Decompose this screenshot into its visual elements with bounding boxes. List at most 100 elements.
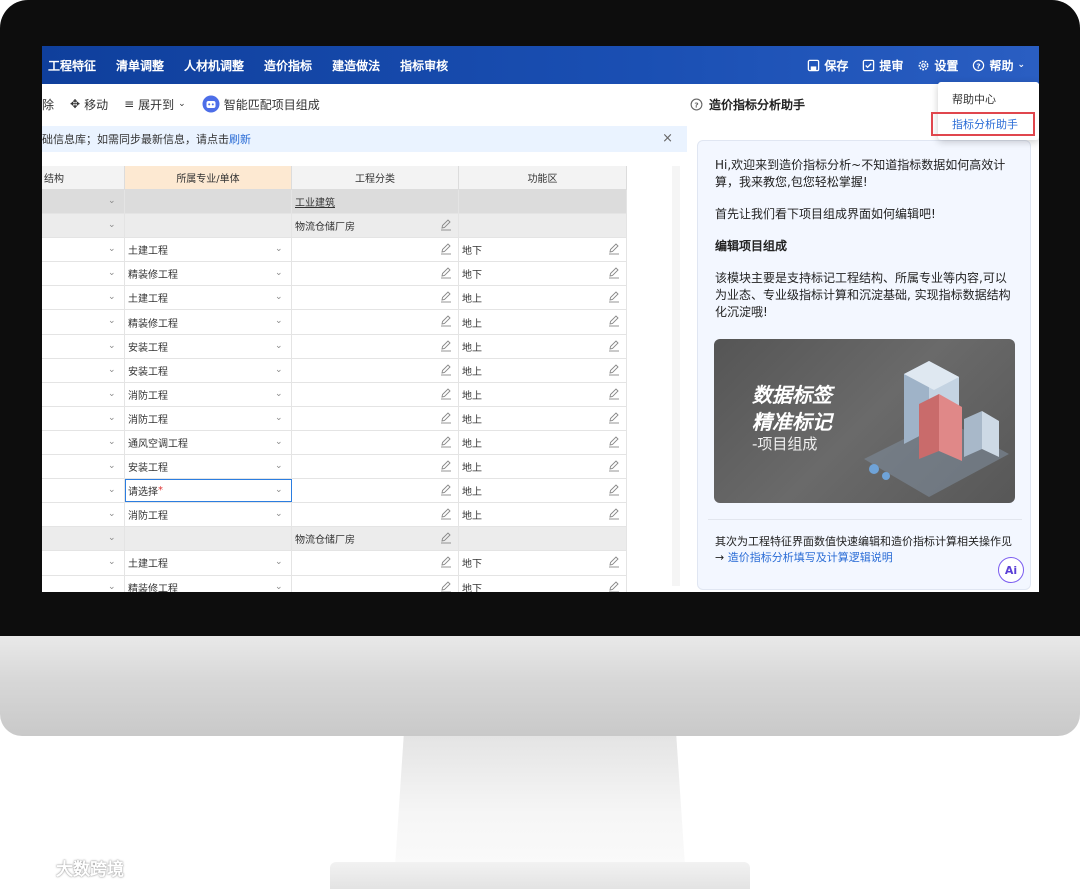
cell-function-area[interactable] <box>459 527 627 551</box>
cell-structure[interactable]: ⌄ <box>42 575 125 592</box>
table-row[interactable]: ⌄ 消防工程 ⌄ 地上 <box>42 406 627 431</box>
menu-item-list-adjust[interactable]: 清单调整 <box>116 57 164 74</box>
table-row[interactable]: ⌄ 精装修工程 ⌄ 地下 <box>42 262 627 287</box>
cell-project-category[interactable] <box>292 238 459 262</box>
cell-project-category[interactable] <box>292 430 459 455</box>
chevron-down-icon[interactable]: ⌄ <box>108 244 118 254</box>
submit-button[interactable]: 提审 <box>862 57 903 74</box>
cell-structure[interactable]: ⌄ <box>42 262 125 286</box>
chevron-down-icon[interactable]: ⌄ <box>108 461 118 471</box>
cell-structure[interactable]: ⌄ <box>42 430 125 455</box>
edit-icon[interactable] <box>440 218 452 231</box>
edit-icon[interactable] <box>608 507 620 520</box>
cell-project-category[interactable] <box>292 479 459 503</box>
ai-assistant-button[interactable]: Ai <box>998 557 1024 583</box>
move-button[interactable]: ✥ 移动 <box>70 96 108 113</box>
cell-project-category[interactable] <box>292 382 459 406</box>
settings-button[interactable]: 设置 <box>917 57 958 74</box>
chevron-down-icon[interactable]: ⌄ <box>108 509 118 519</box>
table-group-row[interactable]: ⌄ 物流仓储厂房 <box>42 214 627 239</box>
chevron-down-icon[interactable]: ⌄ <box>108 582 118 592</box>
edit-icon[interactable] <box>440 242 452 255</box>
cell-discipline[interactable]: 土建工程 ⌄ <box>125 238 292 262</box>
cell-function-area[interactable]: 地上 <box>459 334 627 358</box>
delete-button[interactable]: 除 <box>42 96 54 113</box>
cell-project-category[interactable] <box>292 262 459 286</box>
edit-icon[interactable] <box>440 483 452 496</box>
cell-structure[interactable]: ⌄ <box>42 214 125 238</box>
table-row[interactable]: ⌄ 精装修工程 ⌄ 地上 <box>42 310 627 335</box>
chevron-down-icon[interactable]: ⌄ <box>275 461 285 471</box>
cell-discipline[interactable]: 消防工程 ⌄ <box>125 503 292 527</box>
menu-item-project-features[interactable]: 工程特征 <box>48 57 96 74</box>
cell-project-category[interactable] <box>292 575 459 592</box>
chevron-down-icon[interactable]: ⌄ <box>275 292 285 302</box>
edit-icon[interactable] <box>440 387 452 400</box>
cell-structure[interactable]: ⌄ <box>42 190 125 214</box>
edit-icon[interactable] <box>608 242 620 255</box>
chevron-down-icon[interactable]: ⌄ <box>108 365 118 375</box>
chevron-down-icon[interactable]: ⌄ <box>275 244 285 254</box>
cell-discipline[interactable]: 土建工程 ⌄ <box>125 551 292 575</box>
help-center-item[interactable]: 帮助中心 <box>952 91 996 107</box>
edit-icon[interactable] <box>608 339 620 352</box>
cell-discipline[interactable]: 安装工程 ⌄ <box>125 334 292 358</box>
cell-discipline[interactable]: 精装修工程 ⌄ <box>125 310 292 334</box>
help-button[interactable]: ? 帮助 ⌄ <box>972 57 1025 74</box>
cell-function-area[interactable]: 地上 <box>459 430 627 455</box>
edit-icon[interactable] <box>440 314 452 327</box>
chevron-down-icon[interactable]: ⌄ <box>275 582 285 592</box>
cell-project-category[interactable] <box>292 455 459 479</box>
table-group-row[interactable]: ⌄ 工业建筑 <box>42 190 627 215</box>
cell-project-category[interactable]: 物流仓储厂房 <box>292 527 459 551</box>
edit-icon[interactable] <box>440 266 452 279</box>
chevron-down-icon[interactable]: ⌄ <box>275 437 285 447</box>
edit-icon[interactable] <box>440 507 452 520</box>
cell-function-area[interactable]: 地上 <box>459 479 627 503</box>
edit-icon[interactable] <box>608 314 620 327</box>
menu-item-cost-index[interactable]: 造价指标 <box>264 57 312 74</box>
cell-structure[interactable]: ⌄ <box>42 479 125 503</box>
cell-project-category[interactable]: 工业建筑 <box>292 190 459 214</box>
chevron-down-icon[interactable]: ⌄ <box>275 509 285 519</box>
chevron-down-icon[interactable]: ⌄ <box>275 557 285 567</box>
cell-discipline[interactable]: 土建工程 ⌄ <box>125 286 292 310</box>
chevron-down-icon[interactable]: ⌄ <box>108 437 118 447</box>
menu-item-construction-method[interactable]: 建造做法 <box>332 57 380 74</box>
chevron-down-icon[interactable]: ⌄ <box>108 485 118 495</box>
chevron-down-icon[interactable]: ⌄ <box>108 413 118 423</box>
edit-icon[interactable] <box>608 435 620 448</box>
cell-function-area[interactable] <box>459 214 627 238</box>
chevron-down-icon[interactable]: ⌄ <box>275 268 285 278</box>
chevron-down-icon[interactable]: ⌄ <box>275 485 285 495</box>
cell-discipline[interactable] <box>125 190 292 214</box>
menu-item-resource-adjust[interactable]: 人材机调整 <box>184 57 244 74</box>
table-group-row[interactable]: ⌄ 物流仓储厂房 <box>42 527 627 552</box>
cell-structure[interactable]: ⌄ <box>42 382 125 406</box>
chevron-down-icon[interactable]: ⌄ <box>108 341 118 351</box>
expand-to-dropdown[interactable]: ≡ 展开到 ⌄ <box>124 96 186 113</box>
cell-project-category[interactable] <box>292 551 459 575</box>
chevron-down-icon[interactable]: ⌄ <box>108 196 118 206</box>
chevron-down-icon[interactable]: ⌄ <box>108 268 118 278</box>
cell-structure[interactable]: ⌄ <box>42 406 125 430</box>
table-row[interactable]: ⌄ 土建工程 ⌄ 地下 <box>42 551 627 576</box>
edit-icon[interactable] <box>608 363 620 376</box>
footer-doc-link[interactable]: 造价指标分析填写及计算逻辑说明 <box>728 551 893 564</box>
cell-project-category[interactable] <box>292 406 459 430</box>
table-row[interactable]: ⌄ 消防工程 ⌄ 地上 <box>42 503 627 528</box>
cell-function-area[interactable]: 地下 <box>459 238 627 262</box>
chevron-down-icon[interactable]: ⌄ <box>275 413 285 423</box>
table-row[interactable]: ⌄ 土建工程 ⌄ 地上 <box>42 286 627 311</box>
cell-discipline[interactable]: 请选择 * ⌄ <box>125 479 292 503</box>
cell-structure[interactable]: ⌄ <box>42 503 125 527</box>
cell-discipline[interactable]: 精装修工程 ⌄ <box>125 575 292 592</box>
cell-structure[interactable]: ⌄ <box>42 334 125 358</box>
cell-structure[interactable]: ⌄ <box>42 310 125 334</box>
table-row[interactable]: ⌄ 请选择 * ⌄ 地上 <box>42 479 627 504</box>
edit-icon[interactable] <box>608 266 620 279</box>
table-row[interactable]: ⌄ 土建工程 ⌄ 地下 <box>42 238 627 263</box>
table-row[interactable]: ⌄ 安装工程 ⌄ 地上 <box>42 358 627 383</box>
cell-project-category[interactable] <box>292 334 459 358</box>
cell-discipline[interactable] <box>125 214 292 238</box>
